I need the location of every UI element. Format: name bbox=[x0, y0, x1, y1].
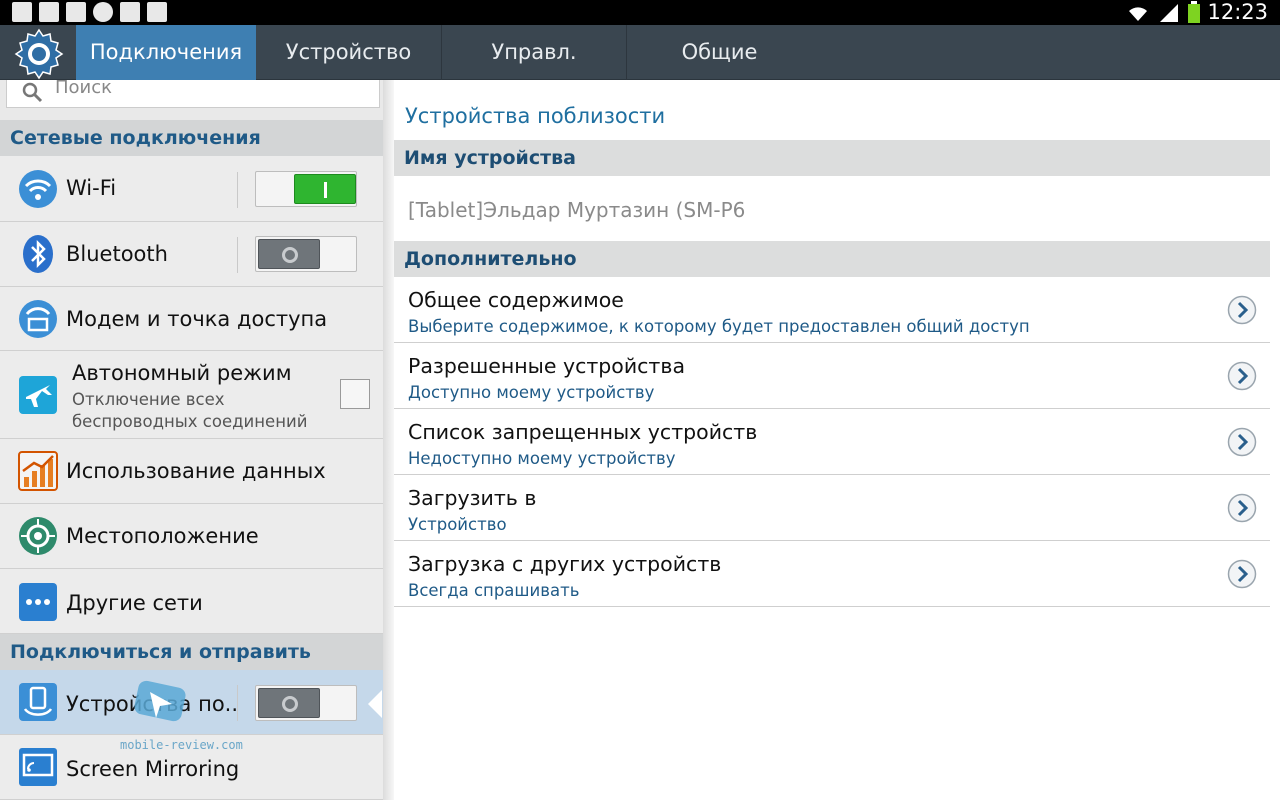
nearby-devices-toggle[interactable] bbox=[255, 685, 357, 721]
item-subtitle: Доступно моему устройству bbox=[408, 383, 655, 402]
divider bbox=[237, 685, 238, 721]
data-usage-icon bbox=[18, 451, 58, 491]
cell-signal-icon bbox=[1160, 4, 1178, 22]
item-title: Общее содержимое bbox=[408, 288, 624, 312]
nearby-devices-detail: Устройства поблизости Имя устройства [Ta… bbox=[394, 80, 1280, 800]
item-subtitle: Всегда спрашивать bbox=[408, 581, 580, 600]
nearby-devices-icon bbox=[19, 683, 57, 721]
settings-list: Поиск Сетевые подключения Wi-Fi Bluetoot… bbox=[0, 80, 383, 800]
section-device-name: Имя устройства bbox=[394, 140, 1270, 176]
screen-mirroring-label: Screen Mirroring bbox=[66, 757, 240, 781]
item-title: Загрузить в bbox=[408, 486, 537, 510]
bluetooth-label: Bluetooth bbox=[66, 242, 168, 266]
list-item-download-to[interactable]: Загрузить в Устройство bbox=[394, 475, 1270, 541]
panel-divider bbox=[383, 80, 394, 800]
chevron-right-icon[interactable] bbox=[1227, 295, 1257, 325]
search-placeholder: Поиск bbox=[55, 80, 113, 98]
device-name-field[interactable]: [Tablet]Эльдар Муртазин (SM-P6 bbox=[408, 198, 745, 222]
settings-item-wifi[interactable]: Wi-Fi bbox=[0, 156, 383, 222]
watermark-text: mobile-review.com bbox=[120, 738, 243, 752]
hotspot-icon bbox=[19, 300, 57, 338]
location-icon bbox=[19, 517, 57, 555]
toggle-knob bbox=[294, 174, 356, 204]
status-bar: 12:23 bbox=[0, 0, 1280, 25]
settings-item-nearby-devices[interactable]: Устройства по.. bbox=[0, 670, 383, 735]
item-subtitle: Устройство bbox=[408, 515, 507, 534]
item-subtitle: Выберите содержимое, к которому будет пр… bbox=[408, 317, 1030, 336]
bluetooth-toggle[interactable] bbox=[255, 236, 357, 272]
more-networks-label: Другие сети bbox=[66, 591, 203, 615]
search-box[interactable]: Поиск bbox=[6, 80, 380, 108]
toggle-knob bbox=[258, 688, 320, 718]
item-title: Список запрещенных устройств bbox=[408, 420, 758, 444]
tab-general[interactable]: Общие bbox=[627, 25, 812, 80]
airplane-icon bbox=[19, 376, 57, 414]
more-networks-icon bbox=[19, 583, 57, 621]
settings-item-more-networks[interactable]: Другие сети bbox=[0, 569, 383, 634]
item-title: Загрузка с других устройств bbox=[408, 552, 722, 576]
airplane-label: Автономный режим bbox=[72, 361, 292, 385]
settings-item-bluetooth[interactable]: Bluetooth bbox=[0, 222, 383, 287]
location-label: Местоположение bbox=[66, 524, 259, 548]
section-network-connections: Сетевые подключения bbox=[0, 120, 383, 156]
airplane-sub-line2: беспроводных соединений bbox=[72, 412, 308, 431]
data-usage-label: Использование данных bbox=[66, 459, 326, 483]
airplane-sub-line1: Отключение всех bbox=[72, 390, 225, 409]
list-item-receive-from-other-devices[interactable]: Загрузка с других устройств Всегда спраш… bbox=[394, 541, 1270, 607]
sim-icon bbox=[12, 2, 32, 22]
list-item-allowed-devices[interactable]: Разрешенные устройства Доступно моему ус… bbox=[394, 343, 1270, 409]
wifi-toggle[interactable] bbox=[255, 171, 357, 207]
chevron-right-icon[interactable] bbox=[1227, 427, 1257, 457]
tab-connections[interactable]: Подключения bbox=[76, 25, 256, 80]
chevron-right-icon[interactable] bbox=[1227, 559, 1257, 589]
selection-pointer bbox=[368, 690, 382, 718]
store-icon bbox=[147, 2, 167, 22]
section-advanced: Дополнительно bbox=[394, 241, 1270, 277]
item-subtitle: Недоступно моему устройству bbox=[408, 449, 676, 468]
settings-item-tethering[interactable]: Модем и точка доступа bbox=[0, 287, 383, 351]
tab-controls[interactable]: Управл. bbox=[442, 25, 627, 80]
clock: 12:23 bbox=[1207, 0, 1268, 24]
item-title: Разрешенные устройства bbox=[408, 354, 686, 378]
bluetooth-icon bbox=[23, 235, 53, 273]
check-icon bbox=[120, 2, 140, 22]
divider bbox=[237, 172, 238, 208]
list-item-blocked-devices[interactable]: Список запрещенных устройств Недоступно … bbox=[394, 409, 1270, 475]
settings-gear-icon[interactable] bbox=[12, 27, 66, 81]
airplane-checkbox[interactable] bbox=[340, 379, 370, 409]
watermark: mobile-review.com bbox=[120, 678, 243, 752]
chevron-right-icon[interactable] bbox=[1227, 361, 1257, 391]
image-icon bbox=[39, 2, 59, 22]
wifi-label: Wi-Fi bbox=[66, 176, 117, 200]
battery-icon bbox=[1188, 1, 1200, 23]
toggle-knob bbox=[258, 239, 320, 269]
chevron-right-icon[interactable] bbox=[1227, 493, 1257, 523]
settings-item-location[interactable]: Местоположение bbox=[0, 504, 383, 569]
watermark-logo-icon bbox=[134, 680, 186, 722]
wifi-icon bbox=[19, 170, 57, 208]
chat-icon bbox=[93, 2, 113, 22]
tethering-label: Модем и точка доступа bbox=[66, 307, 328, 331]
settings-tab-bar: Подключения Устройство Управл. Общие bbox=[0, 25, 1280, 80]
notification-icons bbox=[12, 2, 167, 22]
page-title: Устройства поблизости bbox=[405, 104, 666, 128]
settings-item-airplane-mode[interactable]: Автономный режим Отключение всех беспров… bbox=[0, 351, 383, 439]
search-icon bbox=[22, 82, 43, 103]
screen-mirroring-icon bbox=[19, 748, 57, 786]
settings-item-data-usage[interactable]: Использование данных bbox=[0, 439, 383, 504]
mail-icon bbox=[66, 2, 86, 22]
section-connect-and-share: Подключиться и отправить bbox=[0, 634, 383, 670]
tab-device[interactable]: Устройство bbox=[256, 25, 442, 80]
list-item-shared-content[interactable]: Общее содержимое Выберите содержимое, к … bbox=[394, 277, 1270, 343]
wifi-signal-icon bbox=[1129, 7, 1147, 21]
divider bbox=[237, 237, 238, 273]
